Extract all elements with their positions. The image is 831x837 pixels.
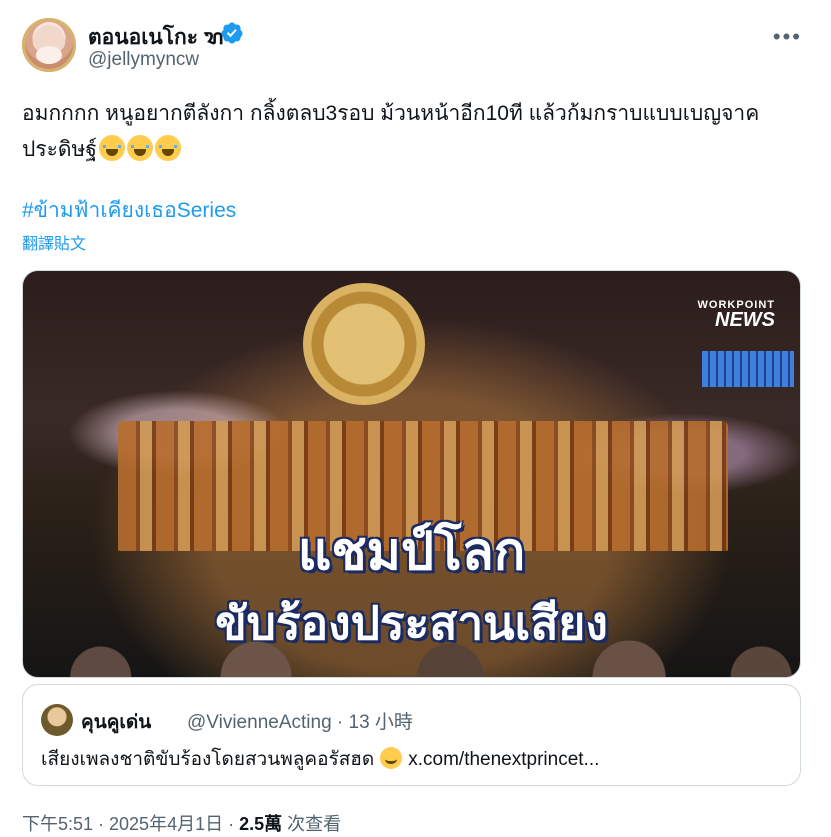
quoted-author-handle[interactable]: @VivienneActing · 13 小時	[187, 707, 413, 734]
views-label: 次查看	[282, 814, 342, 834]
gold-emblem	[303, 283, 425, 405]
quoted-author-name[interactable]: คุนคูเด่น	[81, 707, 151, 737]
translate-post-link[interactable]: 翻譯貼文	[22, 230, 86, 254]
timestamp[interactable]: 下午5:51 · 2025年4月1日 ·	[22, 814, 239, 834]
audience-silhouettes	[23, 607, 800, 677]
verified-badge-icon	[221, 22, 243, 44]
hashtag-link[interactable]: #ข้ามฟ้าเคียงเธอSeries	[22, 194, 236, 227]
crying-face-emoji-icon	[154, 135, 181, 161]
quoted-tweet-text: เสียงเพลงชาติขับร้องโดยสวนพลูคอรัสฮด x.co…	[41, 743, 599, 774]
crying-face-emoji-icon	[98, 135, 125, 161]
author-handle[interactable]: @jellymyncw	[88, 49, 199, 71]
quoted-author-avatar[interactable]	[41, 704, 73, 736]
crying-face-emoji-icon	[126, 135, 153, 161]
tweet-body: อมกกกก หนูอยากตีลังกา กลิ้งตลบ3รอบ ม้วนห…	[22, 97, 802, 166]
author-avatar[interactable]	[22, 18, 76, 72]
tweet-image[interactable]: WORKPOINT NEWS แชมป์โลก ขับร้องประสานเสี…	[22, 270, 801, 678]
quoted-text: เสียงเพลงชาติขับร้องโดยสวนพลูคอรัสฮด	[41, 749, 375, 770]
more-options-icon[interactable]: •••	[773, 24, 802, 50]
view-count: 2.5萬	[239, 814, 283, 834]
smiling-face-emoji-icon	[380, 747, 403, 769]
image-headline-1: แชมป์โลก	[297, 523, 526, 581]
workpoint-news-logo: NEWS	[715, 309, 775, 331]
led-screen	[702, 351, 794, 387]
quoted-tweet[interactable]: คุนคูเด่น @VivienneActing · 13 小時 เสียงเ…	[22, 684, 801, 786]
quoted-link[interactable]: x.com/thenextprincet...	[408, 749, 599, 770]
tweet-meta: 下午5:51 · 2025年4月1日 · 2.5萬 次查看	[22, 810, 341, 836]
tweet-header: ตอนอเนโกะ ꦫ @jellymyncw •••	[22, 18, 812, 76]
